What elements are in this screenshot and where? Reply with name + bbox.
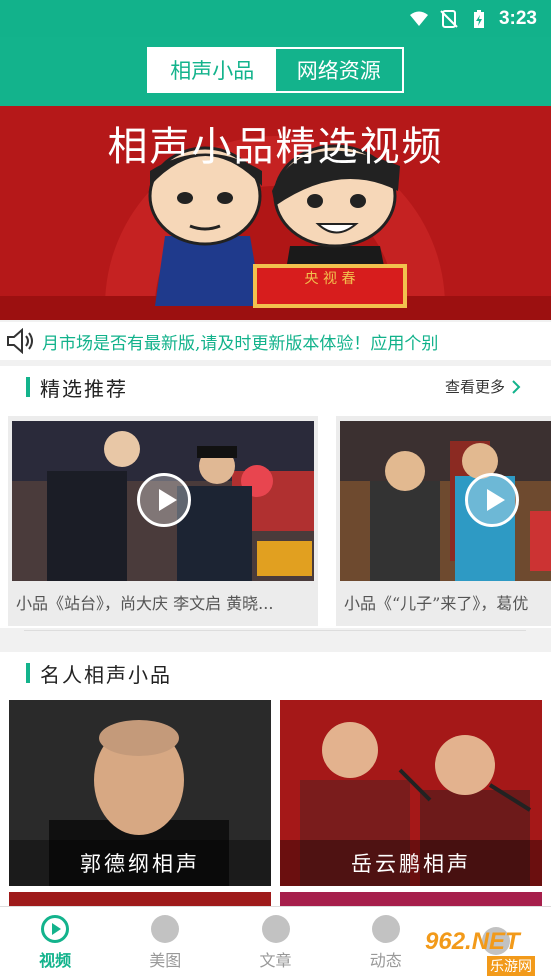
play-circle-icon [41, 915, 70, 943]
clock: 3:23 [498, 7, 537, 29]
tab-label: 视频 [39, 951, 72, 970]
aperture-icon [371, 915, 400, 943]
tab-label: 动态 [369, 951, 402, 970]
section-accent [26, 377, 30, 397]
performer-tile[interactable]: 郭德纲相声 [9, 700, 271, 886]
tab-label: 文章 [259, 951, 292, 970]
banner-sign: 央 视 春 [304, 271, 356, 287]
famous-header: 名人相声小品 [0, 652, 551, 694]
chevron-right-icon [512, 379, 521, 394]
performer-label: 郭德纲相声 [9, 840, 271, 886]
performer-tile-peek[interactable] [280, 892, 542, 906]
wifi-icon [409, 11, 428, 26]
video-thumbnail [340, 421, 551, 581]
video-caption: 小品《站台》，尚大庆 李文启 黄晓... [16, 594, 274, 613]
video-card[interactable]: 小品《站台》，尚大庆 李文启 黄晓... [8, 416, 318, 626]
tab-articles[interactable]: 文章 [220, 907, 330, 979]
watermark: 962.NET 乐游网 [425, 928, 545, 976]
article-icon [261, 915, 290, 943]
performer-label: 岳云鹏相声 [280, 840, 542, 886]
picture-icon [151, 915, 180, 943]
divider [24, 630, 526, 631]
tab-network-resources[interactable]: 网络资源 [276, 49, 403, 91]
tab-xiangsheng-xiaopin[interactable]: 相声小品 [149, 49, 276, 91]
video-card[interactable]: 小品《“儿子”来了》，葛优 [336, 416, 551, 626]
performer-tile[interactable]: 岳云鹏相声 [280, 700, 542, 886]
tab-label: 美图 [149, 951, 182, 970]
play-icon[interactable] [137, 473, 191, 527]
battery-charging-icon [473, 9, 484, 28]
famous-title: 名人相声小品 [40, 662, 172, 687]
featured-header: 精选推荐 查看更多 [0, 366, 551, 408]
view-more-link[interactable]: 查看更多 [445, 376, 521, 397]
video-thumbnail [12, 421, 314, 581]
section-accent [26, 663, 30, 683]
performer-tile-peek[interactable] [9, 892, 271, 906]
segment-control: 相声小品 网络资源 [147, 47, 404, 93]
status-bar: 3:23 [0, 0, 551, 37]
featured-title: 精选推荐 [40, 376, 128, 401]
view-more-label: 查看更多 [444, 378, 505, 396]
no-signal-icon [440, 9, 458, 28]
notice-bar[interactable]: 月市场是否有最新版,请及时更新版本体验！应用个别 [0, 322, 551, 360]
speaker-icon [7, 328, 33, 354]
featured-list: 小品《站台》，尚大庆 李文启 黄晓... 小品《“儿子”来了》，葛优 [0, 408, 551, 628]
banner[interactable]: 相声小品精选视频 央 视 春 [0, 106, 551, 320]
tab-video[interactable]: 视频 [0, 907, 110, 979]
play-icon[interactable] [465, 473, 519, 527]
notice-text: 月市场是否有最新版,请及时更新版本体验！应用个别 [42, 333, 439, 354]
watermark-sub: 乐游网 [487, 956, 535, 976]
top-bar: 相声小品 网络资源 [0, 37, 551, 106]
video-caption: 小品《“儿子”来了》，葛优 [344, 594, 529, 613]
banner-title: 相声小品精选视频 [107, 124, 444, 170]
tab-pictures[interactable]: 美图 [110, 907, 220, 979]
video-still [340, 421, 551, 581]
watermark-brand: 962.NET [425, 928, 520, 955]
